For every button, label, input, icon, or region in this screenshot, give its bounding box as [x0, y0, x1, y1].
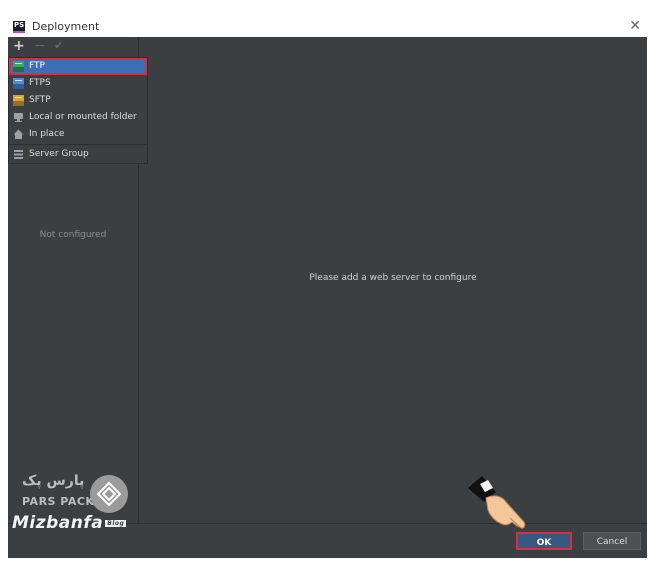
server-type-label: FTP [29, 61, 45, 71]
parspack-logo-icon [90, 475, 128, 513]
add-server-hint: Please add a web server to configure [309, 273, 477, 283]
server-type-ftp[interactable]: FTP [9, 58, 147, 75]
ftp-icon [13, 61, 24, 72]
mizbanfa-blog-tag: Blog [105, 519, 127, 527]
parspack-persian-text: پارس پک [22, 473, 85, 489]
parspack-watermark: پارس پک PARS PACK [18, 473, 138, 517]
home-icon [13, 129, 24, 140]
server-type-label: FTPS [29, 78, 51, 88]
server-type-label: Local or mounted folder [29, 112, 137, 122]
server-list-toolbar: + − ✔ [8, 37, 138, 57]
close-icon[interactable]: ✕ [629, 18, 641, 34]
server-type-local-folder[interactable]: Local or mounted folder [9, 109, 147, 126]
mizbanfa-brand-text: Mizbanfa [12, 513, 104, 533]
server-group-label: Server Group [29, 149, 89, 159]
server-type-sftp[interactable]: SFTP [9, 92, 147, 109]
cancel-button[interactable]: Cancel [583, 532, 641, 550]
server-type-in-place[interactable]: In place [9, 126, 147, 143]
parspack-english-text: PARS PACK [22, 495, 95, 508]
not-configured-text: Not configured [39, 230, 107, 240]
list-icon [13, 149, 24, 160]
phpstorm-icon: PS [13, 21, 25, 33]
server-type-ftps[interactable]: FTPS [9, 75, 147, 92]
title-bar: PS Deployment ✕ [8, 17, 647, 37]
configuration-panel: Please add a web server to configure [139, 37, 647, 523]
add-icon[interactable]: + [13, 38, 25, 54]
ftps-icon [13, 78, 24, 89]
apply-icon[interactable]: ✔ [54, 38, 63, 54]
popup-separator [9, 144, 147, 145]
server-type-label: SFTP [29, 95, 51, 105]
pointing-hand-icon [466, 474, 536, 532]
remove-icon[interactable]: − [34, 38, 46, 54]
server-list-panel: + − ✔ FTP FTPS SFTP Local or mounted fol… [8, 37, 148, 523]
server-type-label: In place [29, 129, 65, 139]
sftp-icon [13, 95, 24, 106]
add-server-popup: FTP FTPS SFTP Local or mounted folder In… [8, 57, 148, 164]
mizbanfa-watermark: Mizbanfa Blog [12, 513, 127, 533]
folder-icon [13, 112, 24, 123]
server-group-item[interactable]: Server Group [9, 146, 147, 163]
ok-button[interactable]: OK [516, 532, 572, 550]
window-title: Deployment [32, 20, 100, 33]
